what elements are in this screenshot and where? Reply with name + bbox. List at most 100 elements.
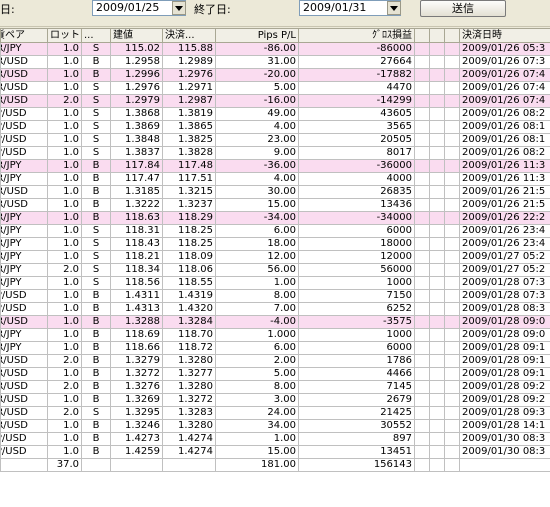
cell-lot: 2.0	[47, 380, 82, 394]
cell-open-price: 1.2958	[110, 55, 163, 69]
table-row[interactable]: UR/USD1.0B1.32461.328034.0030552 2009/01/…	[0, 419, 550, 433]
cell-open-price: 118.69	[110, 328, 163, 342]
table-row[interactable]: UR/USD1.0B1.29581.298931.0027664 2009/01/…	[0, 55, 550, 69]
header-gross-pl[interactable]: ｸﾞﾛｽ損益	[298, 28, 415, 43]
header-settle-datetime[interactable]: 決済日時	[459, 28, 550, 43]
cell-lot: 1.0	[47, 120, 82, 134]
header-blank-1[interactable]	[414, 28, 430, 43]
table-row[interactable]: BP/USD1.0B1.43111.43198.007150 2009/01/28…	[0, 289, 550, 303]
cell-pair: UR/JPY	[0, 328, 48, 342]
table-row[interactable]: UR/JPY1.0S118.31118.256.006000 2009/01/26…	[0, 224, 550, 238]
cell-pips: 30.00	[215, 185, 299, 199]
cell-settle-datetime: 2009/01/28 07:3	[459, 289, 550, 303]
end-date-field[interactable]: 2009/01/31	[299, 0, 401, 16]
cell-blank-2	[429, 55, 445, 69]
cell-blank-3	[444, 172, 460, 186]
cell-blank-3	[444, 185, 460, 199]
cell-gross-pl: 1000	[298, 328, 415, 342]
table-row[interactable]: BP/USD1.0S1.38691.38654.003565 2009/01/26…	[0, 120, 550, 134]
header-lot[interactable]: ロット	[47, 28, 82, 43]
cell-settle-datetime: 2009/01/26 08:1	[459, 133, 550, 147]
cell-open-price: 118.21	[110, 250, 163, 264]
cell-blank-2	[429, 276, 445, 290]
table-row[interactable]: UR/USD1.0B1.32721.32775.004466 2009/01/28…	[0, 367, 550, 381]
cell-blank-3	[444, 315, 460, 329]
cell-pips: 56.00	[215, 263, 299, 277]
cell-close-price: 1.3272	[162, 393, 216, 407]
cell-blank-1	[414, 406, 430, 420]
header-pair[interactable]: 貨ペア	[0, 28, 48, 43]
cell-gross-pl: 6000	[298, 341, 415, 355]
cell-lot: 1.0	[47, 237, 82, 251]
table-row[interactable]: UR/JPY1.0B117.47117.514.004000 2009/01/26…	[0, 172, 550, 186]
cell-lot: 1.0	[47, 328, 82, 342]
cell-blank-2	[429, 289, 445, 303]
cell-lot: 1.0	[47, 159, 82, 173]
cell-blank-3	[444, 81, 460, 95]
total-blank	[162, 458, 216, 472]
cell-gross-pl: 30552	[298, 419, 415, 433]
cell-pair: BP/USD	[0, 120, 48, 134]
start-date-dropdown-icon[interactable]	[172, 1, 186, 15]
cell-settle-datetime: 2009/01/26 08:1	[459, 120, 550, 134]
end-date-dropdown-icon[interactable]	[387, 1, 401, 15]
cell-settle-datetime: 2009/01/28 09:2	[459, 380, 550, 394]
table-row[interactable]: BP/USD1.0B1.42731.42741.00897 2009/01/30 …	[0, 432, 550, 446]
cell-settle-datetime: 2009/01/27 05:2	[459, 263, 550, 277]
cell-settle-datetime: 2009/01/28 09:1	[459, 354, 550, 368]
table-row[interactable]: BP/USD1.0B1.42591.427415.0013451 2009/01/…	[0, 445, 550, 459]
cell-lot: 1.0	[47, 250, 82, 264]
table-row[interactable]: UR/USD1.0S1.29761.29715.004470 2009/01/26…	[0, 81, 550, 95]
table-row[interactable]: UR/USD2.0S1.29791.2987-16.00-14299 2009/0…	[0, 94, 550, 108]
table-row[interactable]: UR/USD1.0B1.32881.3284-4.00-3575 2009/01/…	[0, 315, 550, 329]
table-row[interactable]: BP/USD1.0S1.38681.381949.0043605 2009/01/…	[0, 107, 550, 121]
cell-settle-datetime: 2009/01/26 11:3	[459, 172, 550, 186]
table-row[interactable]: UR/USD1.0B1.32691.32723.002679 2009/01/28…	[0, 393, 550, 407]
header-blank-2[interactable]	[429, 28, 445, 43]
cell-close-price: 1.3237	[162, 198, 216, 212]
send-button[interactable]: 送信	[420, 0, 506, 17]
cell-side: B	[81, 419, 111, 433]
table-row[interactable]: UR/JPY1.0B118.66118.726.006000 2009/01/28…	[0, 341, 550, 355]
cell-lot: 2.0	[47, 94, 82, 108]
table-row[interactable]: UR/JPY1.0S115.02115.88-86.00-86000 2009/0…	[0, 42, 550, 56]
cell-side: S	[81, 42, 111, 56]
header-open-price[interactable]: 建値	[110, 28, 163, 43]
cell-pips: 1.00	[215, 276, 299, 290]
cell-close-price: 1.2987	[162, 94, 216, 108]
cell-gross-pl: 13451	[298, 445, 415, 459]
header-pips[interactable]: Pips P/L	[215, 28, 299, 43]
header-close-price[interactable]: 決済...	[162, 28, 216, 43]
cell-close-price: 1.3819	[162, 107, 216, 121]
table-row[interactable]: BP/USD1.0B1.43131.43207.006252 2009/01/28…	[0, 302, 550, 316]
table-row[interactable]: UR/JPY2.0S118.34118.0656.0056000 2009/01/…	[0, 263, 550, 277]
cell-open-price: 1.3222	[110, 198, 163, 212]
trade-history-grid[interactable]: 貨ペア ロット ... 建値 決済... Pips P/L ｸﾞﾛｽ損益 決済日…	[0, 28, 550, 507]
cell-settle-datetime: 2009/01/26 22:2	[459, 211, 550, 225]
cell-side: B	[81, 302, 111, 316]
table-row[interactable]: BP/USD1.0S1.38371.38289.008017 2009/01/26…	[0, 146, 550, 160]
table-row[interactable]: UR/JPY1.0S118.43118.2518.0018000 2009/01/…	[0, 237, 550, 251]
table-row[interactable]: UR/USD2.0B1.32791.32802.001786 2009/01/28…	[0, 354, 550, 368]
cell-blank-2	[429, 211, 445, 225]
table-row[interactable]: UR/USD2.0B1.32761.32808.007145 2009/01/28…	[0, 380, 550, 394]
header-blank-3[interactable]	[444, 28, 460, 43]
table-row[interactable]: UR/USD2.0S1.32951.328324.0021425 2009/01/…	[0, 406, 550, 420]
cell-pips: 5.00	[215, 367, 299, 381]
table-row[interactable]: UR/JPY1.0B118.63118.29-34.00-34000 2009/0…	[0, 211, 550, 225]
cell-lot: 1.0	[47, 42, 82, 56]
table-row[interactable]: UR/JPY1.0B117.84117.48-36.00-36000 2009/0…	[0, 159, 550, 173]
cell-blank-2	[429, 172, 445, 186]
header-side[interactable]: ...	[81, 28, 111, 43]
table-row[interactable]: UR/USD1.0B1.32221.323715.0013436 2009/01/…	[0, 198, 550, 212]
cell-settle-datetime: 2009/01/26 08:2	[459, 107, 550, 121]
table-row[interactable]: UR/USD1.0B1.31851.321530.0026835 2009/01/…	[0, 185, 550, 199]
table-row[interactable]: BP/USD1.0S1.38481.382523.0020505 2009/01/…	[0, 133, 550, 147]
table-row[interactable]: UR/JPY1.0B118.69118.701.0001000 2009/01/2…	[0, 328, 550, 342]
cell-settle-datetime: 2009/01/26 08:2	[459, 146, 550, 160]
table-row[interactable]: UR/JPY1.0S118.21118.0912.0012000 2009/01/…	[0, 250, 550, 264]
cell-pips: 7.00	[215, 302, 299, 316]
cell-open-price: 118.63	[110, 211, 163, 225]
table-row[interactable]: UR/USD1.0B1.29961.2976-20.00-17882 2009/0…	[0, 68, 550, 82]
table-row[interactable]: UR/JPY1.0S118.56118.551.001000 2009/01/28…	[0, 276, 550, 290]
